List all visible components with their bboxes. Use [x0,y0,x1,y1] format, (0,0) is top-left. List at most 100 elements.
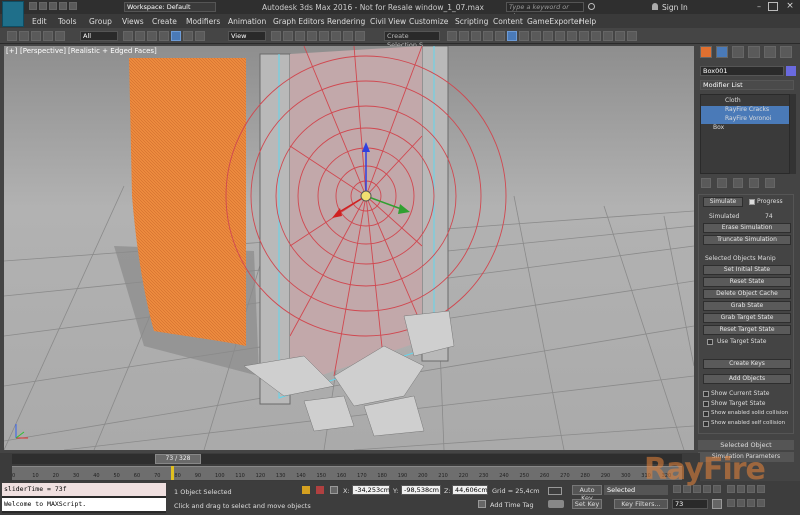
spinner-snap-icon[interactable] [343,31,353,41]
menu-graph-editors[interactable]: Graph Editors [273,17,325,26]
utilities-tab-icon[interactable] [780,46,792,58]
menu-rendering[interactable]: Rendering [327,17,365,26]
close-button[interactable]: × [784,1,796,11]
orbit-icon[interactable] [747,499,755,507]
open-file-icon[interactable] [39,2,47,10]
erase-simulation-button[interactable]: Erase Simulation [703,223,791,233]
progress-checkbox[interactable] [749,199,755,205]
select-and-rotate-icon[interactable] [183,31,193,41]
z-coordinate-field[interactable]: 44,606cm [452,485,488,495]
save-icon[interactable] [49,2,57,10]
new-file-icon[interactable] [29,2,37,10]
stack-item-rayfire-voronoi[interactable]: RayFire Voronoi [701,115,789,124]
truncate-simulation-button[interactable]: Truncate Simulation [703,235,791,245]
layer-manager-icon[interactable] [471,31,481,41]
search-icon[interactable] [588,3,595,10]
stack-item-rayfire-cracks[interactable]: RayFire Cracks [701,106,789,115]
remove-modifier-icon[interactable] [749,178,759,188]
angle-snap-icon[interactable] [319,31,329,41]
redo-icon[interactable] [69,2,77,10]
edit-named-selection-icon[interactable] [355,31,365,41]
sign-in-link[interactable]: Sign In [662,3,688,12]
search-input[interactable]: Type a keyword or phrase [506,2,584,20]
layer-explorer-icon[interactable] [627,31,637,41]
maximize-viewport-icon[interactable] [757,499,765,507]
mirror-icon[interactable] [447,31,457,41]
scene-explorer-icon[interactable] [615,31,625,41]
motion-tab-icon[interactable] [748,46,760,58]
menu-create[interactable]: Create [152,17,177,26]
redo-toolbar-icon[interactable] [19,31,29,41]
menu-tools[interactable]: Tools [58,17,76,26]
unlink-icon[interactable] [43,31,53,41]
show-end-result-icon[interactable] [717,178,727,188]
menu-help[interactable]: Help [579,17,596,26]
reset-target-state-button[interactable]: Reset Target State [703,325,791,335]
field-of-view-icon[interactable] [727,499,735,507]
current-frame-field[interactable]: 73 [672,499,708,509]
schematic-view-icon[interactable] [507,31,517,41]
delete-object-cache-button[interactable]: Delete Object Cache [703,289,791,299]
create-keys-button[interactable]: Create Keys [703,359,791,369]
snaps-toggle-icon[interactable] [307,31,317,41]
maxscript-input-line[interactable]: Welcome to MAXScript. [2,498,166,511]
maximize-button[interactable] [768,2,778,11]
link-icon[interactable] [31,31,41,41]
workspace-dropdown[interactable]: Workspace: Default [124,2,216,12]
bind-space-warp-icon[interactable] [55,31,65,41]
stack-item-box[interactable]: Box [701,124,789,133]
modifier-stack-scrollbar[interactable] [790,94,796,174]
perspective-viewport[interactable]: [+] [Perspective] [Realistic + Edged Fac… [4,46,694,450]
make-unique-icon[interactable] [733,178,743,188]
show-current-state-checkbox[interactable] [703,391,709,397]
pin-stack-icon[interactable] [701,178,711,188]
curve-editor-icon[interactable] [495,31,505,41]
display-tab-icon[interactable] [764,46,776,58]
render-iterative-icon[interactable] [567,31,577,41]
absolute-mode-icon[interactable] [330,486,338,494]
undo-icon[interactable] [59,2,67,10]
time-tag-icon[interactable] [478,500,486,508]
percent-snap-icon[interactable] [331,31,341,41]
selected-object-rollout-header[interactable]: Selected Object [698,440,794,450]
selection-lock-icon[interactable] [316,486,324,494]
keyboard-shortcut-icon[interactable] [295,31,305,41]
set-initial-state-button[interactable]: Set Initial State [703,265,791,275]
selection-filter-dropdown[interactable]: All [80,31,118,41]
grab-state-button[interactable]: Grab State [703,301,791,311]
menu-modifiers[interactable]: Modifiers [186,17,220,26]
create-tab-icon[interactable] [700,46,712,58]
select-object-icon[interactable] [123,31,133,41]
modifier-list-dropdown[interactable]: Modifier List [700,80,794,90]
rendered-frame-window-icon[interactable] [543,31,553,41]
minimize-button[interactable]: – [754,2,764,11]
reference-coordinate-dropdown[interactable]: View [228,31,266,41]
render-setup-icon[interactable] [531,31,541,41]
pan-view-icon[interactable] [737,499,745,507]
menu-gameexporter[interactable]: GameExporter [527,17,582,26]
menu-scripting[interactable]: Scripting [455,17,488,26]
set-key-button[interactable]: Set Key [572,499,602,509]
viewport-point-of-view-label[interactable]: [Perspective] [20,47,66,55]
menu-animation[interactable]: Animation [228,17,266,26]
hierarchy-tab-icon[interactable] [732,46,744,58]
time-slider-handle[interactable]: 73 / 328 [155,454,201,464]
x-coordinate-field[interactable]: -34,253cm [352,485,390,495]
align-icon[interactable] [459,31,469,41]
simulate-button[interactable]: Simulate [703,197,743,207]
time-configuration-icon[interactable] [712,499,722,509]
default-in-out-tangents-icon[interactable] [548,487,562,495]
grab-target-state-button[interactable]: Grab Target State [703,313,791,323]
activeshade-icon[interactable] [579,31,589,41]
object-color-swatch[interactable] [786,66,796,76]
undo-toolbar-icon[interactable] [7,31,17,41]
stack-item-cloth[interactable]: Cloth [701,97,789,106]
add-time-tag-button[interactable]: Add Time Tag [490,501,534,509]
menu-edit[interactable]: Edit [32,17,47,26]
key-filters-button[interactable]: Key Filters... [614,499,668,509]
configure-modifier-sets-icon[interactable] [765,178,775,188]
user-icon[interactable] [652,3,658,10]
reset-state-button[interactable]: Reset State [703,277,791,287]
show-target-state-checkbox[interactable] [703,401,709,407]
viewport-menu-label[interactable]: [+] [6,47,17,55]
